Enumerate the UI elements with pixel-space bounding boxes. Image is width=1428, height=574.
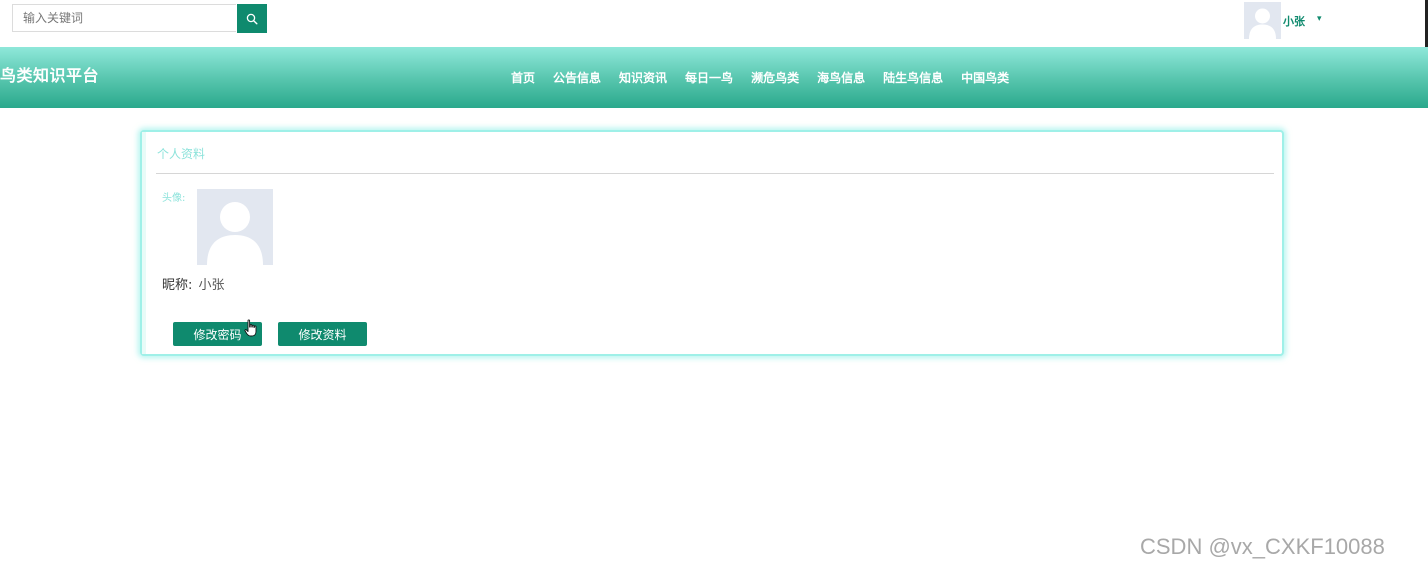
hand-cursor-icon [244,319,257,337]
search-button[interactable] [237,4,267,33]
top-bar: 小张 ▾ [0,0,1428,47]
nav-item-home[interactable]: 首页 [511,69,535,86]
nav-item-bird-of-the-day[interactable]: 每日一鸟 [685,69,733,86]
profile-avatar [197,189,273,265]
nav-item-endangered-birds[interactable]: 濒危鸟类 [751,69,799,86]
avatar-label: 头像: [162,193,186,204]
edit-profile-button[interactable]: 修改资料 [278,322,367,346]
nickname-label: 昵称: [162,278,193,293]
nav-item-knowledge-news[interactable]: 知识资讯 [619,69,667,86]
user-name[interactable]: 小张 [1283,13,1305,29]
nickname-row: 昵称: 小张 [162,274,225,293]
main-nav: 鸟类知识平台 首页 公告信息 知识资讯 每日一鸟 濒危鸟类 海鸟信息 陆生鸟信息… [0,47,1428,108]
card-accent-strip [142,132,146,354]
user-avatar[interactable] [1244,2,1281,39]
profile-card: 个人资料 头像: 昵称: 小张 修改密码 修改资料 [140,130,1284,356]
nickname-value: 小张 [198,278,225,293]
nav-item-seabird-info[interactable]: 海鸟信息 [817,69,865,86]
search-input[interactable] [12,4,236,32]
caret-down-icon[interactable]: ▾ [1317,14,1322,24]
card-divider [156,173,1274,174]
person-silhouette-icon [197,189,273,265]
nav-links: 首页 公告信息 知识资讯 每日一鸟 濒危鸟类 海鸟信息 陆生鸟信息 中国鸟类 [511,69,1027,86]
page: 小张 ▾ 鸟类知识平台 首页 公告信息 知识资讯 每日一鸟 濒危鸟类 海鸟信息 … [0,0,1428,574]
nav-item-china-birds[interactable]: 中国鸟类 [961,69,1009,86]
card-title: 个人资料 [157,147,206,161]
site-title[interactable]: 鸟类知识平台 [0,62,99,86]
person-silhouette-icon [1244,2,1281,39]
watermark-text: CSDN @vx_CXKF10088 [1140,534,1385,559]
search-icon [246,13,258,25]
nav-item-announcements[interactable]: 公告信息 [553,69,601,86]
nav-item-land-bird-info[interactable]: 陆生鸟信息 [883,69,943,86]
